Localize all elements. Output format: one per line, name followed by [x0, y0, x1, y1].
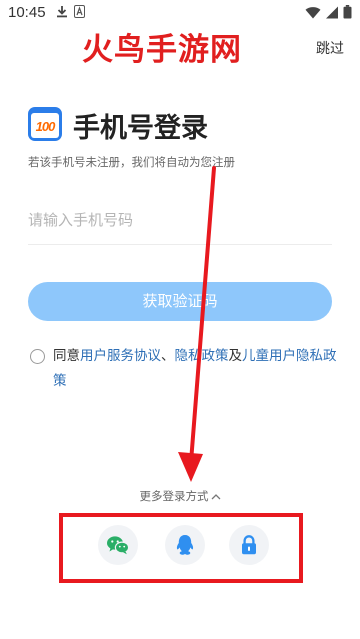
phone-divider	[28, 244, 332, 245]
more-login-toggle[interactable]: 更多登录方式	[0, 488, 360, 504]
wifi-icon	[305, 6, 321, 18]
more-login-label: 更多登录方式	[139, 489, 209, 503]
agreement-checkbox[interactable]	[30, 349, 45, 364]
battery-icon	[343, 5, 352, 19]
phone-input[interactable]	[28, 203, 332, 237]
signal-icon	[326, 6, 338, 18]
page-title: 手机号登录	[73, 113, 208, 144]
status-bar: 10:45	[0, 0, 360, 26]
agreement-prefix: 同意	[53, 348, 80, 364]
watermark-text: 火鸟手游网	[82, 32, 242, 68]
agreement-separator: 及	[228, 348, 243, 364]
privacy-policy-link[interactable]: 隐私政策	[175, 348, 229, 364]
agreement-text: 同意用户服务协议、隐私政策及儿童用户隐私政策	[53, 344, 343, 394]
status-right-icons	[305, 5, 352, 19]
user-agreement-link[interactable]: 用户服务协议	[80, 348, 161, 364]
chevron-up-icon	[211, 494, 220, 500]
skip-button[interactable]: 跳过	[316, 38, 344, 58]
text-a-icon	[74, 5, 85, 18]
get-code-button[interactable]: 获取验证码	[28, 282, 332, 321]
agreement-separator: 、	[161, 348, 175, 364]
annotation-box	[59, 513, 303, 583]
status-time: 10:45	[8, 4, 46, 21]
download-icon	[57, 6, 67, 18]
status-left-icons	[56, 5, 85, 18]
app-logo: 100	[28, 107, 62, 141]
app-logo-mark: 100	[35, 119, 56, 134]
page-subtitle: 若该手机号未注册，我们将自动为您注册	[28, 155, 235, 169]
